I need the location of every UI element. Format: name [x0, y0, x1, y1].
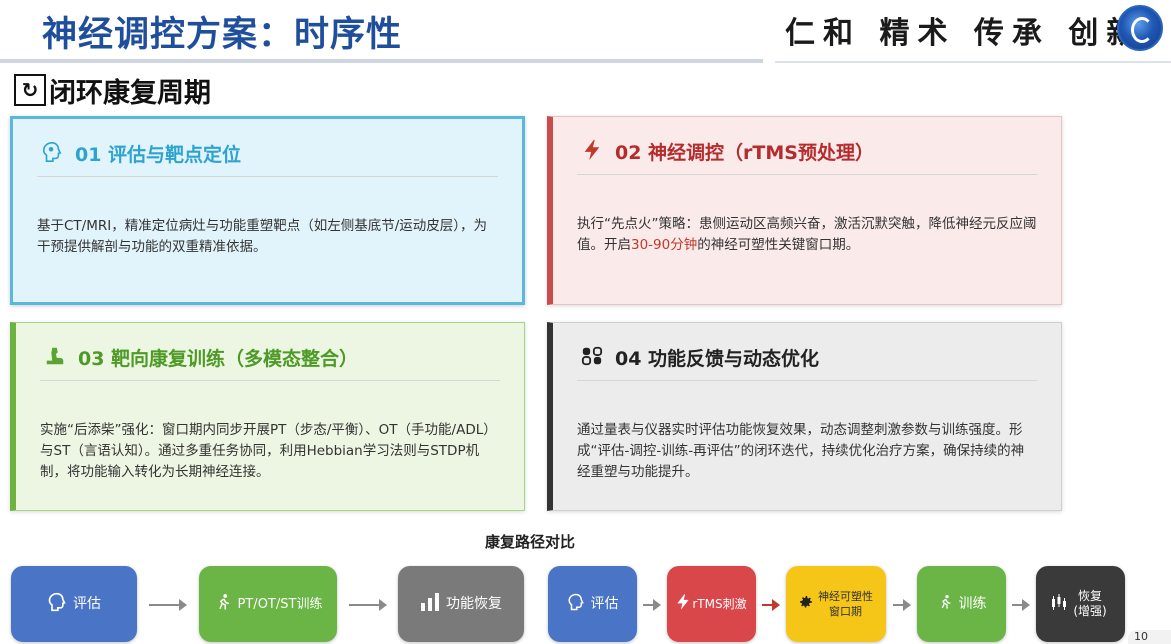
- divider: [577, 380, 1037, 381]
- flow-step-training-new: 训练: [917, 566, 1006, 642]
- section-title: 闭环康复周期: [49, 77, 211, 109]
- divider: [37, 176, 498, 177]
- flow-step-label: 训练: [958, 595, 987, 612]
- candlestick-chart-icon: [1051, 593, 1067, 616]
- cycle-icon: ↻: [14, 74, 46, 106]
- slide-header: 神经调控方案：时序性 仁和 精术 传承 创新: [0, 0, 1171, 66]
- flow-step-label: PT/OT/ST训练: [237, 596, 323, 612]
- flow-arrow: [349, 599, 387, 611]
- flow-arrow: [1012, 599, 1030, 611]
- card-feedback: 04 功能反馈与动态优化 通过量表与仪器实时评估功能恢复效果，动态调整刺激参数与…: [547, 322, 1062, 511]
- card-body: 实施“后添柴”强化：窗口期内同步开展PT（步态/平衡）、OT（手功能/ADL）与…: [40, 422, 497, 480]
- flow-step-plasticity-window: 神经可塑性窗口期: [786, 566, 886, 642]
- brain-head-icon: [567, 593, 585, 616]
- page-number: 10: [1128, 630, 1171, 644]
- flow-step-label: 评估: [590, 595, 619, 612]
- card-title: 04 功能反馈与动态优化: [615, 348, 820, 370]
- brain-head-icon: [47, 592, 67, 617]
- flow-step-label: 恢复(增强): [1073, 589, 1107, 618]
- card-body: 通过量表与仪器实时评估功能恢复效果，动态调整刺激参数与训练强度。形成“评估-调控…: [577, 422, 1025, 480]
- card-assessment: 01 评估与靶点定位 基于CT/MRI，精准定位病灶与功能重塑靶点（如左侧基底节…: [10, 116, 525, 305]
- title-underline: [0, 59, 763, 63]
- card-title: 01 评估与靶点定位: [75, 144, 242, 166]
- card-body-text-end: 的神经可塑性关键窗口期。: [697, 237, 860, 253]
- lightning-icon: [579, 137, 605, 163]
- flow-arrow: [893, 599, 911, 611]
- running-person-icon: [214, 592, 232, 617]
- flow-arrow: [643, 599, 661, 611]
- flexed-arm-icon: [42, 343, 68, 369]
- flow-step-label: rTMS刺激: [692, 596, 747, 611]
- bar-chart-icon: [420, 592, 440, 616]
- running-person-icon: [937, 593, 953, 616]
- title-underline-right: [775, 61, 1171, 63]
- card-title: 02 神经调控（rTMS预处理）: [615, 142, 874, 164]
- slide-title: 神经调控方案：时序性: [42, 15, 403, 55]
- brain-head-icon: [39, 139, 65, 165]
- flow-arrow: [149, 599, 187, 611]
- flow-arrow-highlighted: [762, 599, 780, 611]
- flow-step-recovery: 功能恢复: [398, 566, 524, 642]
- card-body: 执行“先点火”策略：患侧运动区高频兴奋，激活沉默突触，降低神经元反应阈值。开启3…: [577, 214, 1037, 256]
- flow-step-label: 神经可塑性窗口期: [818, 590, 873, 618]
- feedback-toggle-icon: [579, 343, 605, 369]
- flow-step-rtms: rTMS刺激: [667, 566, 756, 642]
- flow-step-enhanced-recovery: 恢复(增强): [1036, 566, 1125, 642]
- flow-step-assessment-new: 评估: [548, 566, 637, 642]
- card-neuromodulation: 02 神经调控（rTMS预处理） 执行“先点火”策略：患侧运动区高频兴奋，激活沉…: [547, 116, 1062, 305]
- hospital-logo: [1117, 5, 1163, 51]
- flow-step-assessment: 评估: [11, 566, 137, 642]
- flow-step-label: 功能恢复: [446, 595, 502, 612]
- section-heading: ↻ 闭环康复周期: [14, 72, 211, 109]
- flow-step-training: PT/OT/ST训练: [199, 566, 337, 642]
- card-title: 03 靶向康复训练（多模态整合）: [78, 348, 359, 370]
- time-window-highlight: 30-90分钟: [631, 237, 698, 253]
- flow-title: 康复路径对比: [485, 533, 576, 551]
- gear-icon: [798, 594, 814, 615]
- card-body: 基于CT/MRI，精准定位病灶与功能重塑靶点（如左侧基底节/运动皮层），为干预提…: [37, 218, 488, 255]
- flow-step-label: 评估: [73, 595, 101, 612]
- lightning-icon: [676, 593, 690, 616]
- divider: [40, 380, 500, 381]
- card-training: 03 靶向康复训练（多模态整合） 实施“后添柴”强化：窗口期内同步开展PT（步态…: [10, 322, 525, 511]
- hospital-slogan: 仁和 精术 传承 创新: [785, 16, 1145, 51]
- divider: [577, 174, 1037, 175]
